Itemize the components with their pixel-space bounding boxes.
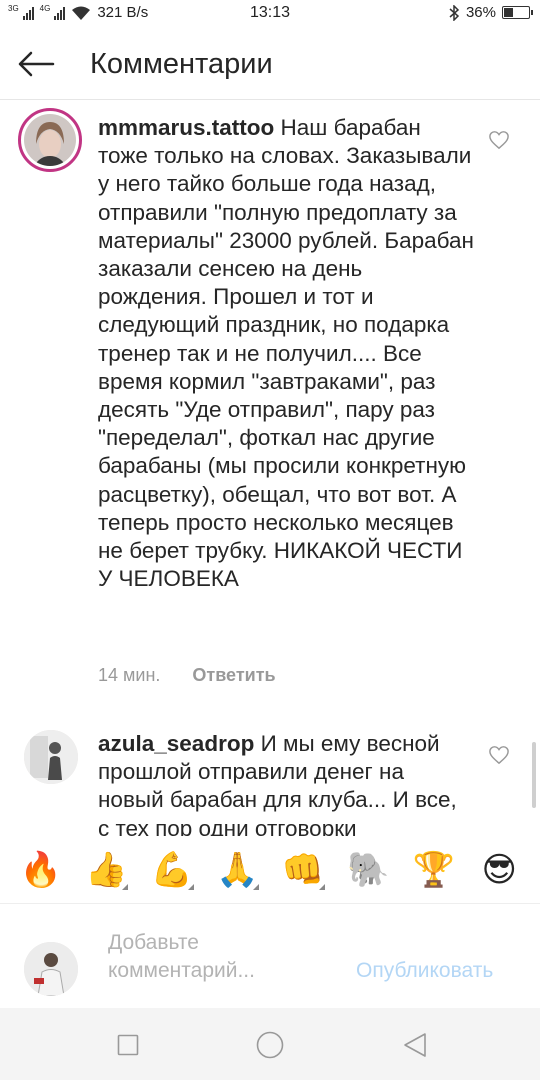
thumbs-up-emoji-button[interactable]: 👍	[82, 846, 130, 894]
thumbs-up-icon: 👍	[85, 849, 128, 890]
comment-composer: Добавьте комментарий... Опубликовать	[0, 905, 540, 1008]
skin-tone-indicator	[187, 883, 194, 890]
publish-button[interactable]: Опубликовать	[356, 959, 493, 983]
flexed-biceps-emoji-button[interactable]: 💪	[148, 846, 196, 894]
system-nav-bar	[0, 1008, 540, 1080]
skin-tone-indicator	[253, 883, 260, 890]
comment-item: azula_seadrop И мы ему весной прошлой от…	[0, 720, 540, 836]
my-avatar	[24, 942, 78, 996]
avatar[interactable]	[18, 108, 82, 172]
avatar-image	[24, 114, 76, 166]
scrollbar[interactable]	[532, 742, 536, 808]
elephant-icon: 🐘	[347, 849, 390, 890]
comment-item: mmmarus.tattoo Наш барабан тоже только н…	[0, 100, 540, 700]
fire-emoji-button[interactable]: 🔥	[17, 846, 65, 894]
folded-hands-icon: 🙏	[216, 849, 259, 890]
header: Комментарии	[0, 28, 540, 100]
home-button[interactable]	[255, 1030, 285, 1060]
square-icon	[117, 1034, 139, 1056]
heart-icon[interactable]	[488, 745, 510, 765]
skin-tone-indicator	[318, 883, 325, 890]
page-title: Комментарии	[90, 48, 273, 80]
comment-username[interactable]: mmmarus.tattoo	[98, 115, 274, 140]
back-button[interactable]	[14, 46, 58, 82]
heart-icon[interactable]	[488, 130, 510, 150]
sunglasses-face-icon: 😎	[481, 849, 517, 890]
arrow-left-icon	[18, 51, 55, 77]
trophy-icon: 🏆	[412, 849, 455, 890]
skin-tone-indicator	[122, 883, 129, 890]
avatar-image	[24, 730, 78, 784]
folded-hands-emoji-button[interactable]: 🙏	[213, 846, 261, 894]
battery-percent: 36%	[465, 4, 496, 21]
battery-fill	[504, 8, 513, 17]
comment-input[interactable]: Добавьте комментарий...	[108, 929, 338, 985]
status-right: 36%	[448, 4, 533, 21]
trophy-emoji-button[interactable]: 🏆	[410, 846, 458, 894]
fist-icon: 👊	[281, 849, 324, 890]
avatar[interactable]	[24, 730, 78, 784]
fire-icon: 🔥	[19, 849, 62, 890]
flexed-biceps-icon: 💪	[150, 849, 193, 890]
elephant-emoji-button[interactable]: 🐘	[344, 846, 392, 894]
recents-button[interactable]	[113, 1030, 143, 1060]
sunglasses-emoji-button[interactable]: 😎	[475, 846, 523, 894]
comment-time: 14 мин.	[98, 665, 161, 685]
comment-body: mmmarus.tattoo Наш барабан тоже только н…	[98, 114, 474, 593]
status-bar: 3G 4G 321 B/s 13:13 36%	[0, 0, 540, 28]
comment-meta: 14 мин. Ответить	[98, 665, 276, 686]
emoji-quick-bar: 🔥 👍 💪 🙏 👊 🐘 🏆 😎	[0, 836, 540, 904]
avatar-photo	[24, 114, 76, 166]
reply-button[interactable]: Ответить	[192, 665, 275, 686]
back-nav-button[interactable]	[400, 1030, 430, 1060]
triangle-back-icon	[404, 1033, 426, 1057]
comment-text: Наш барабан тоже только на словах. Заказ…	[98, 115, 474, 592]
battery-icon	[502, 6, 533, 19]
bluetooth-icon	[449, 4, 460, 21]
comment-username[interactable]: azula_seadrop	[98, 731, 254, 756]
circle-icon	[256, 1031, 284, 1059]
fist-emoji-button[interactable]: 👊	[279, 846, 327, 894]
comment-body: azula_seadrop И мы ему весной прошлой от…	[98, 730, 474, 836]
avatar-image	[24, 942, 78, 996]
